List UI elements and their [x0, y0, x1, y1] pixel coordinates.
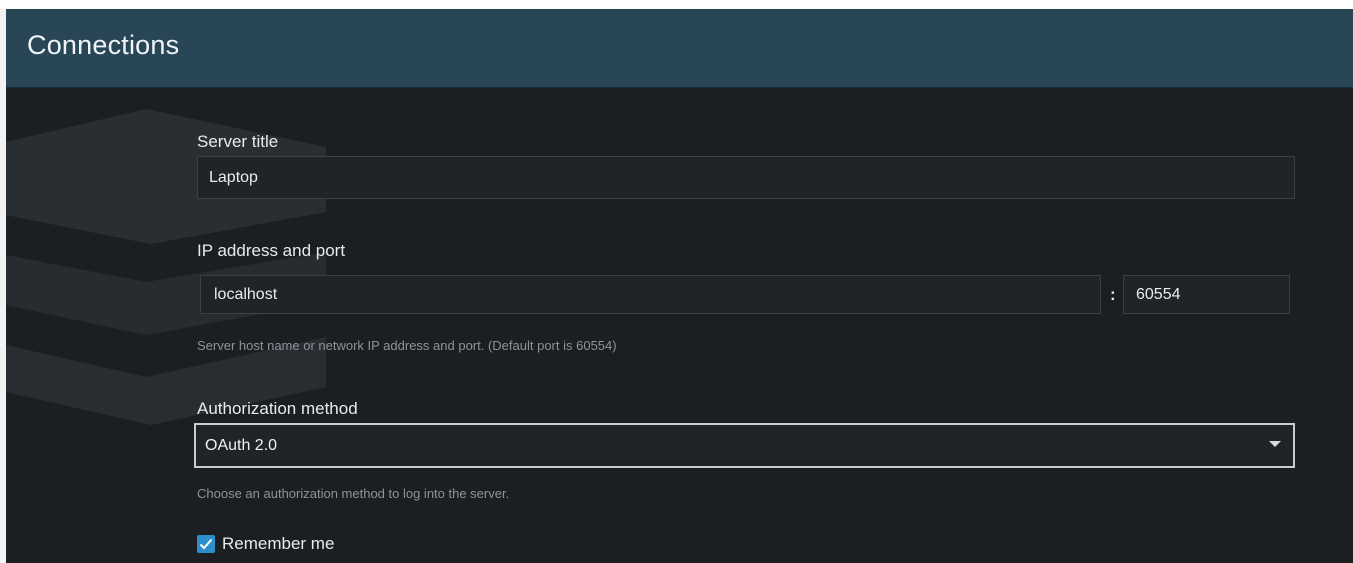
caret-down-icon: [1269, 441, 1281, 447]
auth-method-value: OAuth 2.0: [205, 436, 278, 454]
remember-me-label[interactable]: Remember me: [222, 534, 334, 554]
checkmark-icon: [199, 538, 213, 550]
address-hint: Server host name or network IP address a…: [197, 338, 617, 353]
port-value: 60554: [1136, 285, 1181, 303]
port-separator: :: [1110, 285, 1116, 304]
server-title-value: Laptop: [209, 168, 258, 186]
host-value: localhost: [214, 285, 278, 303]
connections-window: Connections Server title Laptop IP addre…: [6, 9, 1353, 563]
auth-method-hint: Choose an authorization method to log in…: [197, 486, 510, 501]
auth-method-select[interactable]: OAuth 2.0: [194, 423, 1295, 468]
server-title-input[interactable]: Laptop: [197, 156, 1295, 199]
host-input[interactable]: localhost: [200, 275, 1101, 314]
ip-address-label: IP address and port: [197, 241, 346, 260]
server-title-label: Server title: [197, 132, 279, 151]
auth-method-label: Authorization method: [197, 399, 358, 418]
window-title: Connections: [27, 30, 180, 60]
port-input[interactable]: 60554: [1123, 275, 1290, 314]
window-header: Connections: [6, 9, 1353, 88]
remember-me-checkbox[interactable]: [197, 535, 215, 553]
